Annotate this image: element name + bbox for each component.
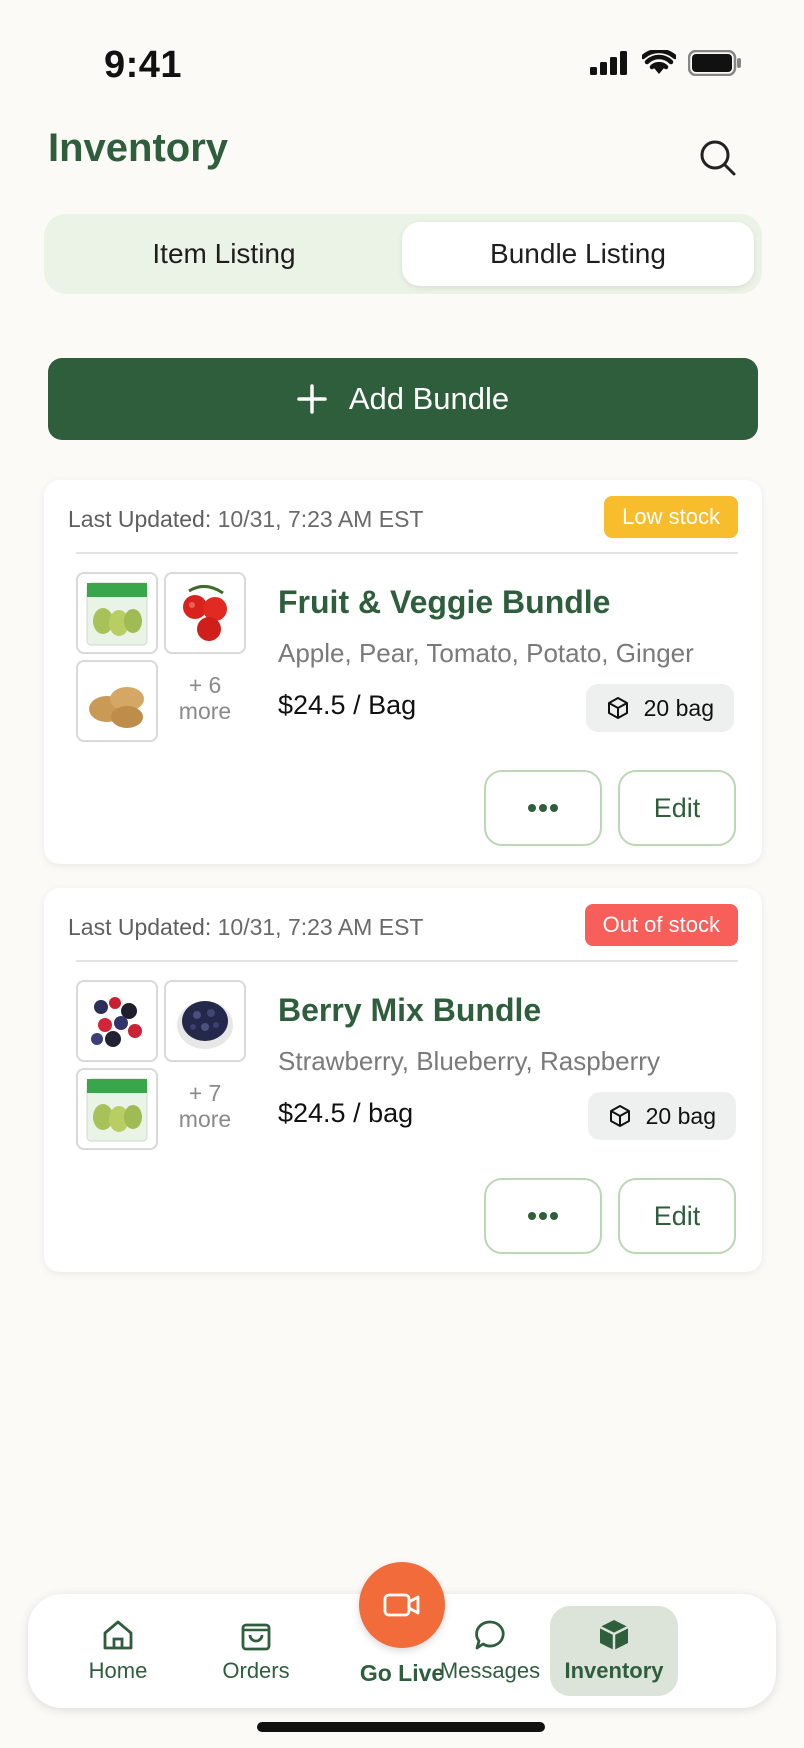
bundle-card[interactable]: Last Updated: 10/31, 7:23 AM EST Low sto… xyxy=(44,480,762,864)
bundle-name: Fruit & Veggie Bundle xyxy=(278,584,611,620)
quantity-chip: 20 bag xyxy=(587,1092,736,1140)
home-indicator xyxy=(257,1722,545,1732)
mixed-berries-image xyxy=(76,980,158,1062)
tab-orders[interactable]: Orders xyxy=(196,1594,316,1708)
quantity-value: 20 bag xyxy=(645,1102,716,1129)
ellipsis-icon xyxy=(528,804,558,812)
bottom-tab-bar: Home Orders Go Live Messages Inventory xyxy=(28,1562,776,1708)
more-items-count: + 6 more xyxy=(164,660,246,742)
status-bar: 9:41 xyxy=(0,0,804,110)
edit-button[interactable]: Edit xyxy=(618,770,736,846)
last-updated-value: 10/31, 7:23 AM EST xyxy=(217,914,424,940)
search-icon xyxy=(700,140,736,176)
stock-status-badge: Out of stock xyxy=(584,904,738,946)
status-icons xyxy=(590,50,742,76)
ellipsis-icon xyxy=(528,1212,558,1220)
package-icon xyxy=(599,1620,629,1650)
more-items-count: + 7 more xyxy=(164,1068,246,1150)
last-updated-label: Last Updated: xyxy=(68,914,212,940)
more-label: more xyxy=(178,1106,232,1132)
quantity-value: 20 bag xyxy=(643,694,714,721)
last-updated: Last Updated: 10/31, 7:23 AM EST xyxy=(68,506,423,533)
page-title: Inventory xyxy=(48,126,229,170)
wifi-icon xyxy=(642,50,676,74)
add-bundle-button[interactable]: Add Bundle xyxy=(48,358,758,440)
more-options-button[interactable] xyxy=(484,1178,602,1254)
tab-messages[interactable]: Messages xyxy=(430,1594,550,1708)
status-time: 9:41 xyxy=(104,44,183,86)
tab-home-label: Home xyxy=(88,1658,148,1683)
last-updated: Last Updated: 10/31, 7:23 AM EST xyxy=(68,914,423,941)
search-button[interactable] xyxy=(694,134,742,182)
bundle-items: Apple, Pear, Tomato, Potato, Ginger xyxy=(278,638,694,668)
shopping-bag-icon xyxy=(241,1623,271,1651)
plus-icon xyxy=(297,384,327,414)
bundle-price: $24.5 / Bag xyxy=(278,690,417,720)
tab-home[interactable]: Home xyxy=(58,1594,178,1708)
chat-bubble-icon xyxy=(475,1620,505,1650)
bundle-name: Berry Mix Bundle xyxy=(278,992,542,1028)
quantity-chip: 20 bag xyxy=(585,684,734,732)
pear-bag-image xyxy=(76,1068,158,1150)
bundle-items: Strawberry, Blueberry, Raspberry xyxy=(278,1046,660,1076)
last-updated-value: 10/31, 7:23 AM EST xyxy=(217,506,424,532)
home-icon xyxy=(103,1620,133,1650)
blueberry-image xyxy=(164,980,246,1062)
tomato-image xyxy=(164,572,246,654)
more-options-button[interactable] xyxy=(484,770,602,846)
card-divider xyxy=(76,960,738,962)
card-divider xyxy=(76,552,738,554)
listing-segmented-control: Item Listing Bundle Listing xyxy=(44,214,762,294)
more-count: + 6 xyxy=(188,672,222,698)
battery-icon xyxy=(688,50,741,76)
tab-messages-label: Messages xyxy=(439,1658,541,1683)
box-icon xyxy=(609,1105,630,1127)
tab-inventory-label: Inventory xyxy=(564,1658,664,1683)
more-count: + 7 xyxy=(188,1080,222,1106)
video-camera-icon xyxy=(383,1593,420,1617)
pear-bag-image xyxy=(76,572,158,654)
tab-inventory[interactable]: Inventory xyxy=(550,1606,678,1696)
more-label: more xyxy=(178,698,232,724)
tab-bundle-listing[interactable]: Bundle Listing xyxy=(402,222,754,286)
last-updated-label: Last Updated: xyxy=(68,506,212,532)
add-bundle-label: Add Bundle xyxy=(348,381,510,416)
tab-orders-label: Orders xyxy=(222,1658,290,1683)
edit-button[interactable]: Edit xyxy=(618,1178,736,1254)
tab-item-listing[interactable]: Item Listing xyxy=(52,222,396,286)
potato-image xyxy=(76,660,158,742)
stock-status-badge: Low stock xyxy=(604,496,738,538)
box-icon xyxy=(607,697,628,719)
signal-icon xyxy=(590,51,627,75)
bundle-card[interactable]: Last Updated: 10/31, 7:23 AM EST Out of … xyxy=(44,888,762,1272)
bundle-price: $24.5 / bag xyxy=(278,1098,414,1128)
